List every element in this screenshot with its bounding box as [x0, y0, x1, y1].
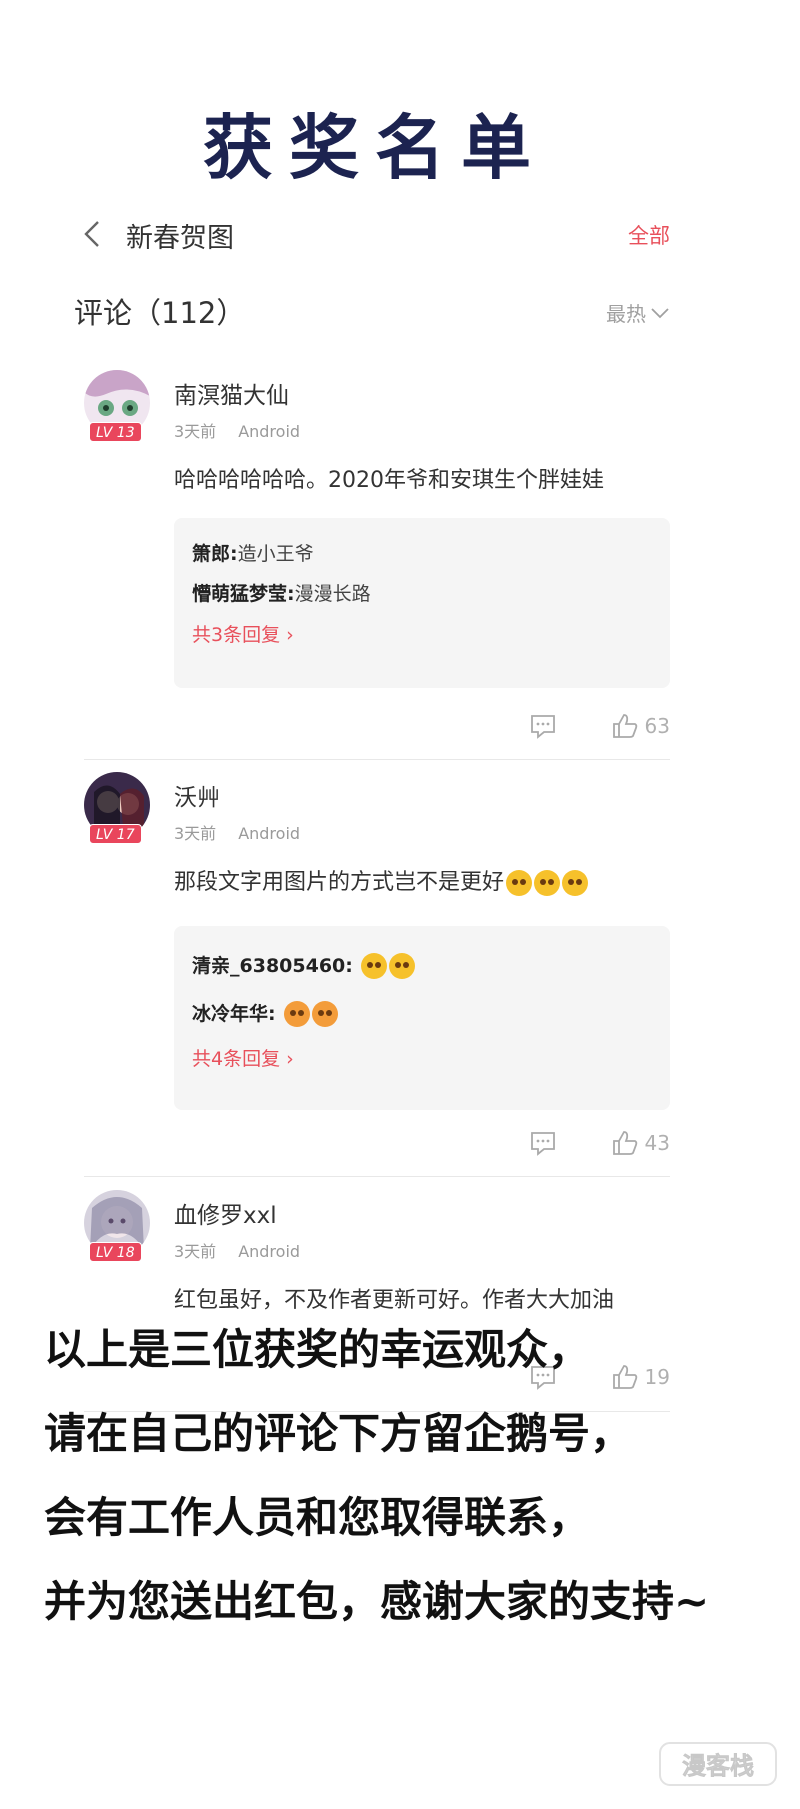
- reply-line: 箫郎: 造小王爷: [192, 534, 652, 574]
- level-badge: LV 17: [89, 824, 142, 844]
- comment-item: LV 13 南溟猫大仙 3天前 Android 哈哈哈哈哈哈。2020年爷和安琪生…: [84, 370, 670, 760]
- view-all-replies-label: 共3条回复: [192, 624, 281, 646]
- username[interactable]: 血修罗xxl: [174, 1196, 277, 1230]
- emoji-icon: [311, 1001, 338, 1027]
- announcement-line: 并为您送出红包，感谢大家的支持~: [44, 1577, 710, 1626]
- reply-username: 箫郎:: [192, 543, 238, 565]
- like-button[interactable]: 63: [611, 713, 670, 739]
- comments-count-title: 评论（112）: [74, 296, 246, 330]
- comment-item: LV 17 沃艸 3天前 Android 那段文字用图片的方式岂不是更好 清亲_6…: [84, 772, 670, 1182]
- view-all-replies-label: 共4条回复: [192, 1048, 281, 1070]
- reply-username: 冰冷年华:: [192, 1003, 276, 1025]
- like-button[interactable]: 43: [611, 1130, 670, 1156]
- comment-actions: 63: [529, 711, 670, 741]
- reply-line: 懵萌猛梦莹: 漫漫长路: [192, 574, 652, 614]
- device-label: Android: [238, 1242, 301, 1261]
- reply-bubble-icon[interactable]: [529, 1130, 557, 1156]
- comment-text-body: 那段文字用图片的方式岂不是更好: [174, 870, 505, 895]
- back-chevron-icon[interactable]: [80, 218, 108, 250]
- reply-preview-box[interactable]: 箫郎: 造小王爷 懵萌猛梦莹: 漫漫长路 共3条回复 ›: [174, 518, 670, 688]
- svg-text:漫客栈: 漫客栈: [682, 1752, 754, 1780]
- navbar: 新春贺图 全部: [80, 210, 670, 260]
- reply-text: 漫漫长路: [294, 583, 371, 605]
- reply-line: 清亲_63805460:: [192, 942, 652, 990]
- emoji-icon: [534, 870, 561, 896]
- avatar[interactable]: LV 13: [84, 370, 150, 442]
- reply-username: 清亲_63805460:: [192, 955, 353, 977]
- like-count: 43: [644, 1131, 670, 1155]
- like-count: 63: [644, 714, 670, 738]
- view-all-replies-link[interactable]: 共3条回复 ›: [192, 620, 652, 647]
- thumbs-up-icon: [612, 1131, 637, 1155]
- sort-dropdown[interactable]: 最热: [606, 298, 670, 327]
- all-link[interactable]: 全部: [628, 220, 670, 250]
- reply-bubble-icon[interactable]: [529, 713, 557, 739]
- reply-line: 冰冷年华:: [192, 990, 652, 1038]
- chevron-down-icon: [651, 307, 669, 318]
- emoji-icon: [562, 870, 589, 896]
- comment-meta: 3天前 Android: [174, 820, 300, 844]
- device-label: Android: [238, 824, 301, 843]
- comment-meta: 3天前 Android: [174, 1238, 300, 1262]
- nav-title: 新春贺图: [126, 223, 234, 254]
- timestamp: 3天前: [174, 422, 217, 441]
- announcement-line: 会有工作人员和您取得联系，: [44, 1493, 591, 1542]
- announcement-line: 请在自己的评论下方留企鹅号，: [44, 1409, 633, 1458]
- avatar[interactable]: LV 18: [84, 1190, 150, 1262]
- comment-text: 那段文字用图片的方式岂不是更好: [174, 864, 589, 896]
- reply-text: 造小王爷: [237, 543, 314, 565]
- banner-title: 获奖名单: [203, 106, 547, 189]
- device-label: Android: [238, 422, 301, 441]
- view-all-replies-link[interactable]: 共4条回复 ›: [192, 1044, 652, 1071]
- divider: [84, 759, 670, 760]
- announcement-line: 以上是三位获奖的幸运观众，: [44, 1325, 591, 1374]
- comment-actions: 43: [529, 1128, 670, 1158]
- thumbs-up-icon: [612, 714, 637, 738]
- timestamp: 3天前: [174, 1242, 217, 1261]
- comments-header: 评论（112） 最热: [74, 290, 670, 336]
- timestamp: 3天前: [174, 824, 217, 843]
- announcement-text: 以上是三位获奖的幸运观众， 请在自己的评论下方留企鹅号， 会有工作人员和您取得联…: [44, 1308, 784, 1644]
- username[interactable]: 南溟猫大仙: [174, 376, 289, 410]
- emoji-icon: [360, 953, 387, 979]
- emoji-icon: [506, 870, 533, 896]
- level-badge: LV 13: [89, 422, 142, 442]
- comment-text: 哈哈哈哈哈哈。2020年爷和安琪生个胖娃娃: [174, 468, 604, 493]
- reply-preview-box[interactable]: 清亲_63805460: 冰冷年华: 共4条回复 ›: [174, 926, 670, 1110]
- watermark-logo: 漫客栈: [659, 1742, 777, 1786]
- level-badge: LV 18: [89, 1242, 142, 1262]
- reply-username: 懵萌猛梦莹:: [192, 583, 295, 605]
- divider: [84, 1176, 670, 1177]
- avatar[interactable]: LV 17: [84, 772, 150, 844]
- emoji-icon: [388, 953, 415, 979]
- username[interactable]: 沃艸: [174, 778, 220, 812]
- sort-label: 最热: [606, 302, 646, 326]
- emoji-icon: [283, 1001, 310, 1027]
- comment-meta: 3天前 Android: [174, 418, 300, 442]
